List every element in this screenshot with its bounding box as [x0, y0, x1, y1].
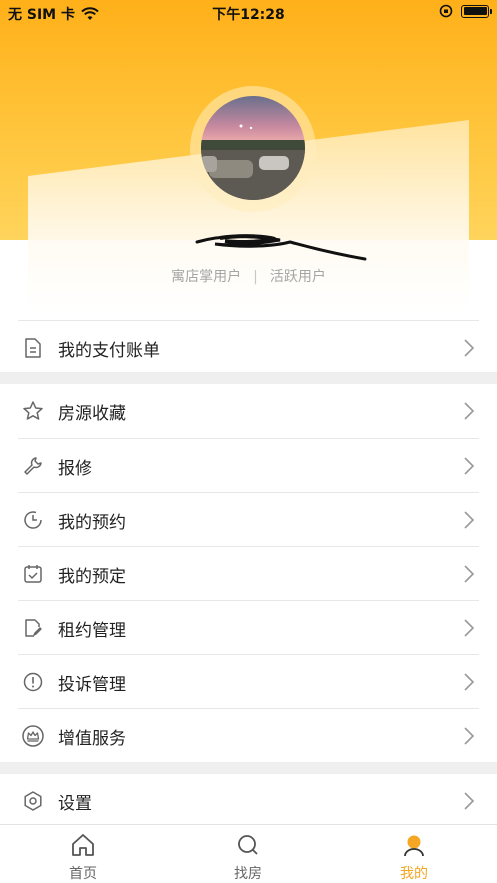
orientation-lock-icon — [439, 4, 453, 18]
tab-home-label: 首页 — [69, 866, 97, 882]
tab-find[interactable]: 找房 — [208, 833, 288, 883]
menu-item-complaints[interactable]: 投诉管理 — [18, 655, 479, 709]
menu-label: 我的支付账单 — [58, 340, 160, 361]
menu-item-reservations[interactable]: 我的预定 — [18, 547, 479, 601]
clock-icon — [18, 505, 48, 535]
crown-icon — [18, 721, 48, 751]
clock: 下午12:28 — [212, 7, 285, 23]
avatar-photo — [201, 124, 305, 200]
menu-item-value-added[interactable]: 增值服务 — [18, 709, 479, 763]
menu-label: 房源收藏 — [58, 403, 126, 424]
user-icon — [404, 835, 424, 857]
chevron-right-icon — [464, 619, 475, 637]
menu-label: 增值服务 — [58, 728, 126, 749]
wrench-icon — [18, 451, 48, 481]
settings-icon — [18, 786, 48, 816]
menu-item-repair[interactable]: 报修 — [18, 439, 479, 493]
menu-label: 我的预约 — [58, 512, 126, 533]
menu-item-payment[interactable]: 我的支付账单 — [18, 321, 479, 375]
document-icon — [18, 333, 48, 363]
search-icon — [238, 835, 258, 855]
edit-document-icon — [18, 613, 48, 643]
chevron-right-icon — [464, 402, 475, 420]
chevron-right-icon — [464, 673, 475, 691]
tab-bar: 首页 找房 我的 — [0, 824, 497, 883]
section-gap — [0, 372, 497, 384]
home-icon — [72, 834, 94, 856]
menu-label: 租约管理 — [58, 620, 126, 641]
star-icon — [18, 396, 48, 426]
chevron-right-icon — [464, 727, 475, 745]
tab-find-label: 找房 — [234, 866, 262, 882]
menu-label: 设置 — [58, 793, 92, 814]
menu-item-favorites[interactable]: 房源收藏 — [18, 384, 479, 438]
calendar-check-icon — [18, 559, 48, 589]
activity-tag: 活跃用户 — [269, 269, 326, 285]
battery-icon — [461, 4, 492, 18]
status-bar: 无 SIM 卡 下午12:28 — [0, 0, 497, 26]
chevron-right-icon — [464, 339, 475, 357]
section-gap — [0, 762, 497, 774]
chevron-right-icon — [464, 565, 475, 583]
menu-item-lease[interactable]: 租约管理 — [18, 601, 479, 655]
tab-mine[interactable]: 我的 — [374, 833, 454, 883]
menu-label: 报修 — [58, 458, 92, 479]
tag-separator: | — [253, 269, 258, 285]
chevron-right-icon — [464, 792, 475, 810]
user-type-tag: 寓店掌用户 — [171, 269, 242, 285]
menu-label: 我的预定 — [58, 566, 126, 587]
chevron-right-icon — [464, 457, 475, 475]
tab-home[interactable]: 首页 — [43, 833, 123, 883]
tab-mine-label: 我的 — [400, 866, 428, 882]
avatar[interactable] — [201, 96, 305, 200]
username-redacted — [195, 234, 367, 261]
menu-item-appointments[interactable]: 我的预约 — [18, 493, 479, 547]
alert-circle-icon — [18, 667, 48, 697]
chevron-right-icon — [464, 511, 475, 529]
menu-label: 投诉管理 — [58, 674, 126, 695]
menu-item-settings[interactable]: 设置 — [18, 774, 479, 828]
user-tags: 寓店掌用户 | 活跃用户 — [0, 266, 497, 286]
